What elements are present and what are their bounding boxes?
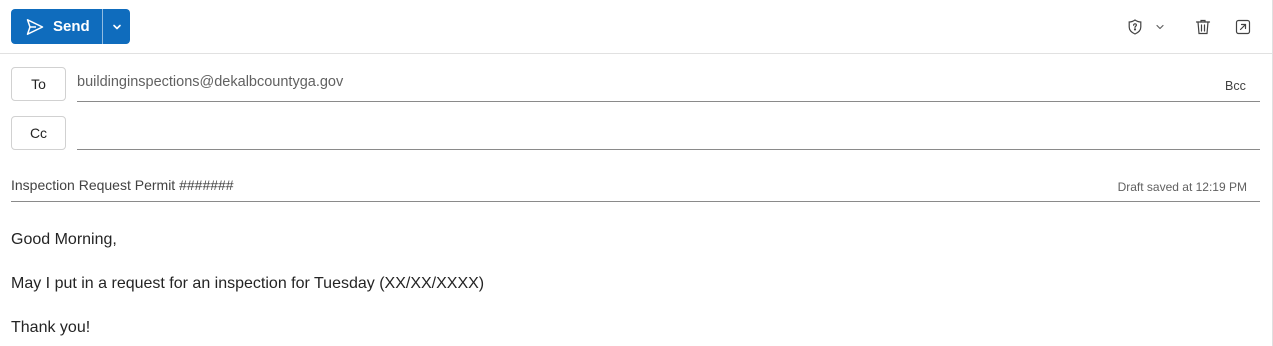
pop-out-icon — [1234, 18, 1252, 36]
to-field-underline — [77, 101, 1260, 102]
compose-toolbar: Send — [0, 0, 1272, 54]
send-options-dropdown[interactable] — [103, 9, 130, 44]
mail-compose-pane: Send To buildinginspections@dekalbcounty… — [0, 0, 1273, 346]
send-button[interactable]: Send — [11, 9, 102, 44]
draft-saved-status: Draft saved at 12:19 PM — [1117, 180, 1247, 194]
send-icon — [25, 17, 45, 37]
subject-field[interactable]: Inspection Request Permit ####### — [11, 177, 234, 193]
body-closing: Thank you! — [11, 319, 91, 336]
sensitivity-dropdown[interactable] — [1150, 16, 1170, 38]
pop-out-button[interactable] — [1232, 16, 1254, 38]
send-divider — [102, 9, 103, 44]
cc-button[interactable]: Cc — [11, 116, 66, 150]
body-greeting: Good Morning, — [11, 231, 117, 248]
to-recipient[interactable]: buildinginspections@dekalbcountyga.gov — [77, 74, 343, 90]
sensitivity-shield-icon — [1126, 18, 1144, 36]
cc-field[interactable] — [77, 118, 1260, 148]
message-body[interactable]: Good Morning, May I put in a request for… — [11, 230, 1261, 346]
cc-field-underline — [77, 149, 1260, 150]
send-button-group: Send — [11, 9, 130, 44]
chevron-down-icon — [112, 22, 122, 32]
subject-underline — [11, 201, 1260, 202]
chevron-down-icon — [1155, 22, 1165, 32]
send-button-label: Send — [53, 18, 90, 35]
trash-icon — [1194, 18, 1212, 36]
to-button[interactable]: To — [11, 67, 66, 101]
discard-button[interactable] — [1192, 16, 1214, 38]
body-request: May I put in a request for an inspection… — [11, 275, 485, 292]
bcc-button[interactable]: Bcc — [1225, 79, 1246, 93]
sensitivity-button[interactable] — [1124, 16, 1146, 38]
